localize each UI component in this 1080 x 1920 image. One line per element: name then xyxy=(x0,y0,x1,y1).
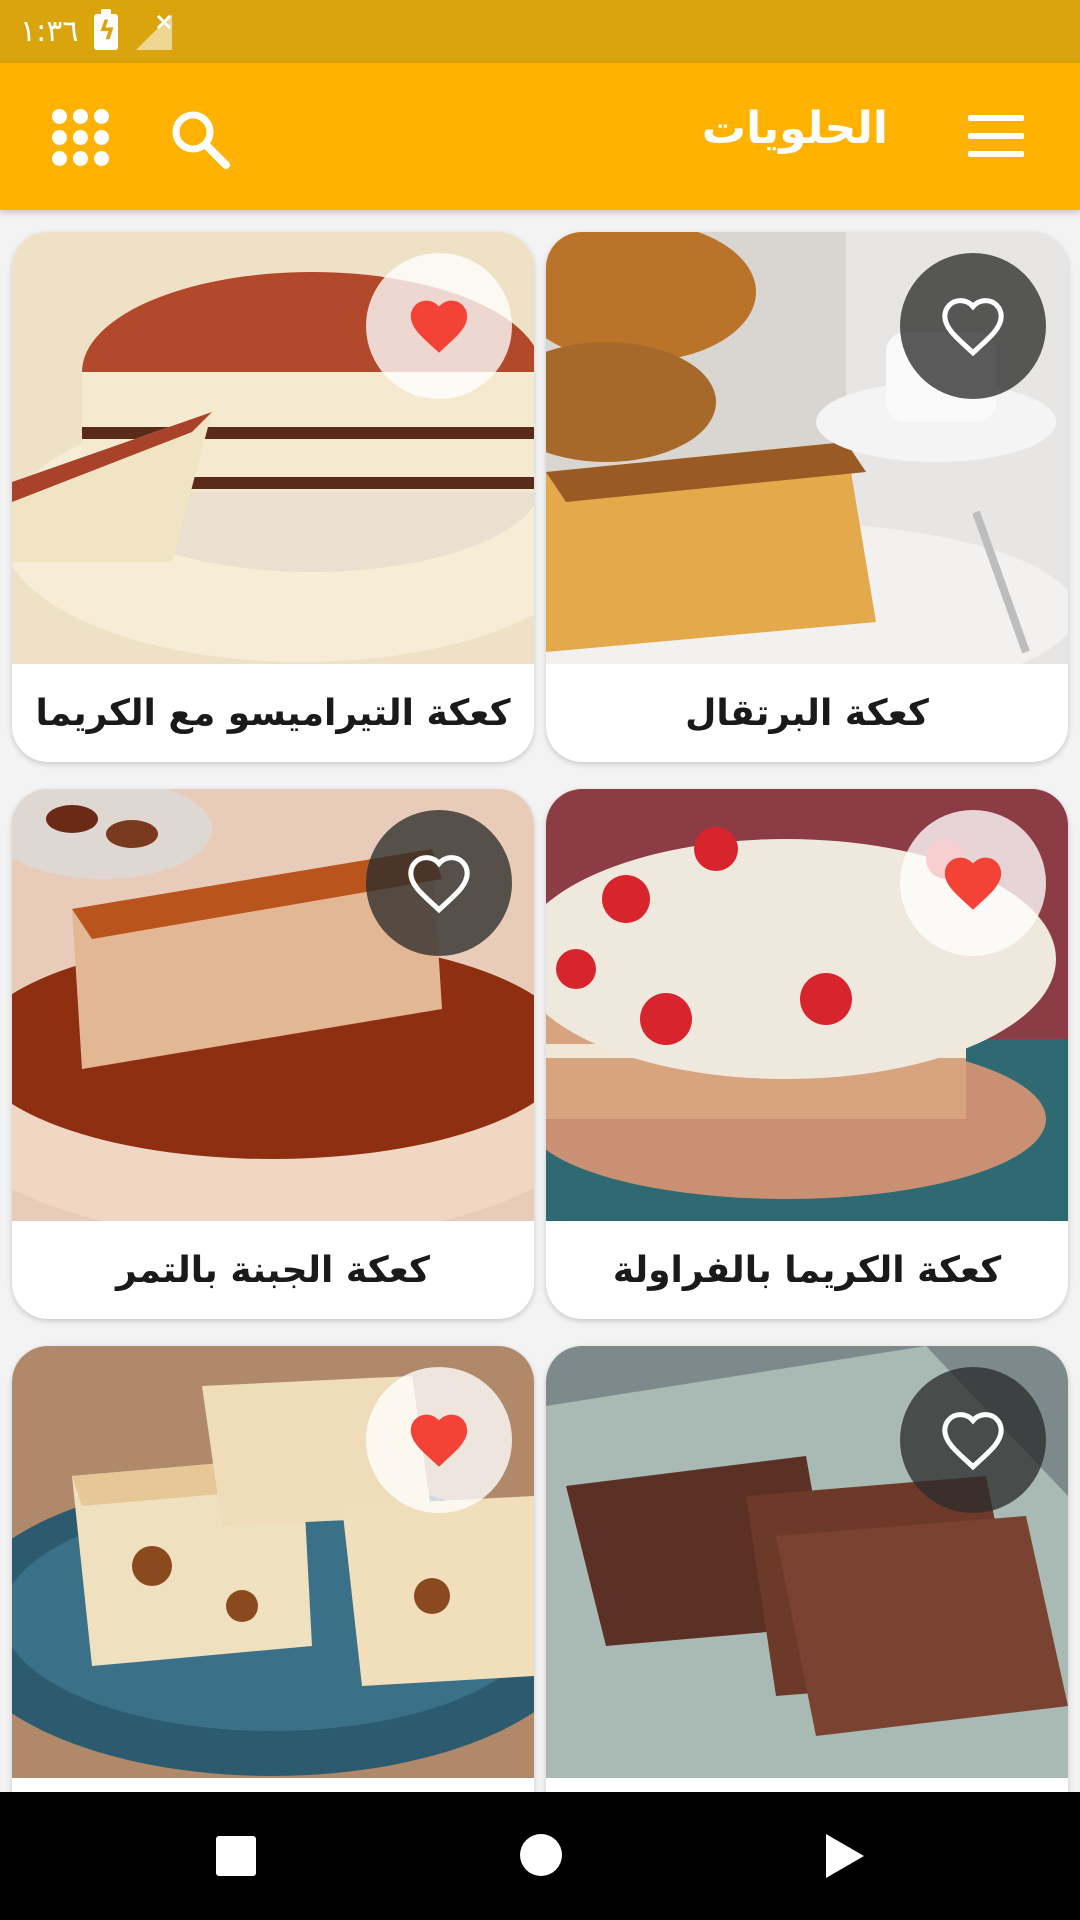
favorite-button[interactable] xyxy=(366,253,512,399)
favorite-button[interactable] xyxy=(366,1367,512,1513)
recipe-card[interactable]: كعكة الكريما بالفراولة xyxy=(546,789,1068,1319)
system-nav-bar xyxy=(0,1792,1080,1920)
heart-icon xyxy=(942,1412,1004,1471)
recipe-card[interactable]: كعكة الجبنة بالتمر xyxy=(12,789,534,1319)
recipe-title: كعكة التيراميسو مع الكريما xyxy=(35,692,511,734)
status-bar: ١:٣٦ xyxy=(0,0,1080,63)
home-circle-icon[interactable] xyxy=(520,1834,562,1876)
favorite-button[interactable] xyxy=(900,253,1046,399)
recipe-title: كعكة الكريما بالفراولة xyxy=(612,1249,1002,1291)
favorite-button[interactable] xyxy=(900,810,1046,956)
heart-icon xyxy=(944,857,1002,910)
page-title: الحلويات xyxy=(701,103,888,154)
battery-charging-icon xyxy=(94,8,119,50)
recipe-title xyxy=(546,1778,1068,1792)
search-icon[interactable] xyxy=(168,107,232,171)
no-signal-icon xyxy=(134,12,174,52)
recipe-title: كعكة البرتقال xyxy=(685,692,929,734)
recipe-grid: كعكة البرتقال كعكة التيراميسو مع الكريما xyxy=(0,210,1080,1792)
recipe-title xyxy=(12,1778,534,1792)
heart-icon xyxy=(410,1414,468,1467)
recents-square-icon[interactable] xyxy=(216,1836,256,1876)
status-time: ١:٣٦ xyxy=(20,14,79,49)
app-bar: الحلويات xyxy=(0,63,1080,210)
heart-icon xyxy=(408,855,470,914)
apps-grid-icon[interactable] xyxy=(52,109,110,167)
back-triangle-icon[interactable] xyxy=(826,1834,864,1878)
recipe-card[interactable] xyxy=(12,1346,534,1792)
recipe-card[interactable] xyxy=(546,1346,1068,1792)
recipe-card[interactable]: كعكة التيراميسو مع الكريما xyxy=(12,232,534,762)
favorite-button[interactable] xyxy=(366,810,512,956)
favorite-button[interactable] xyxy=(900,1367,1046,1513)
recipe-title: كعكة الجبنة بالتمر xyxy=(116,1249,430,1291)
heart-icon xyxy=(410,300,468,353)
recipe-card[interactable]: كعكة البرتقال xyxy=(546,232,1068,762)
heart-icon xyxy=(942,298,1004,357)
menu-icon[interactable] xyxy=(968,115,1024,157)
